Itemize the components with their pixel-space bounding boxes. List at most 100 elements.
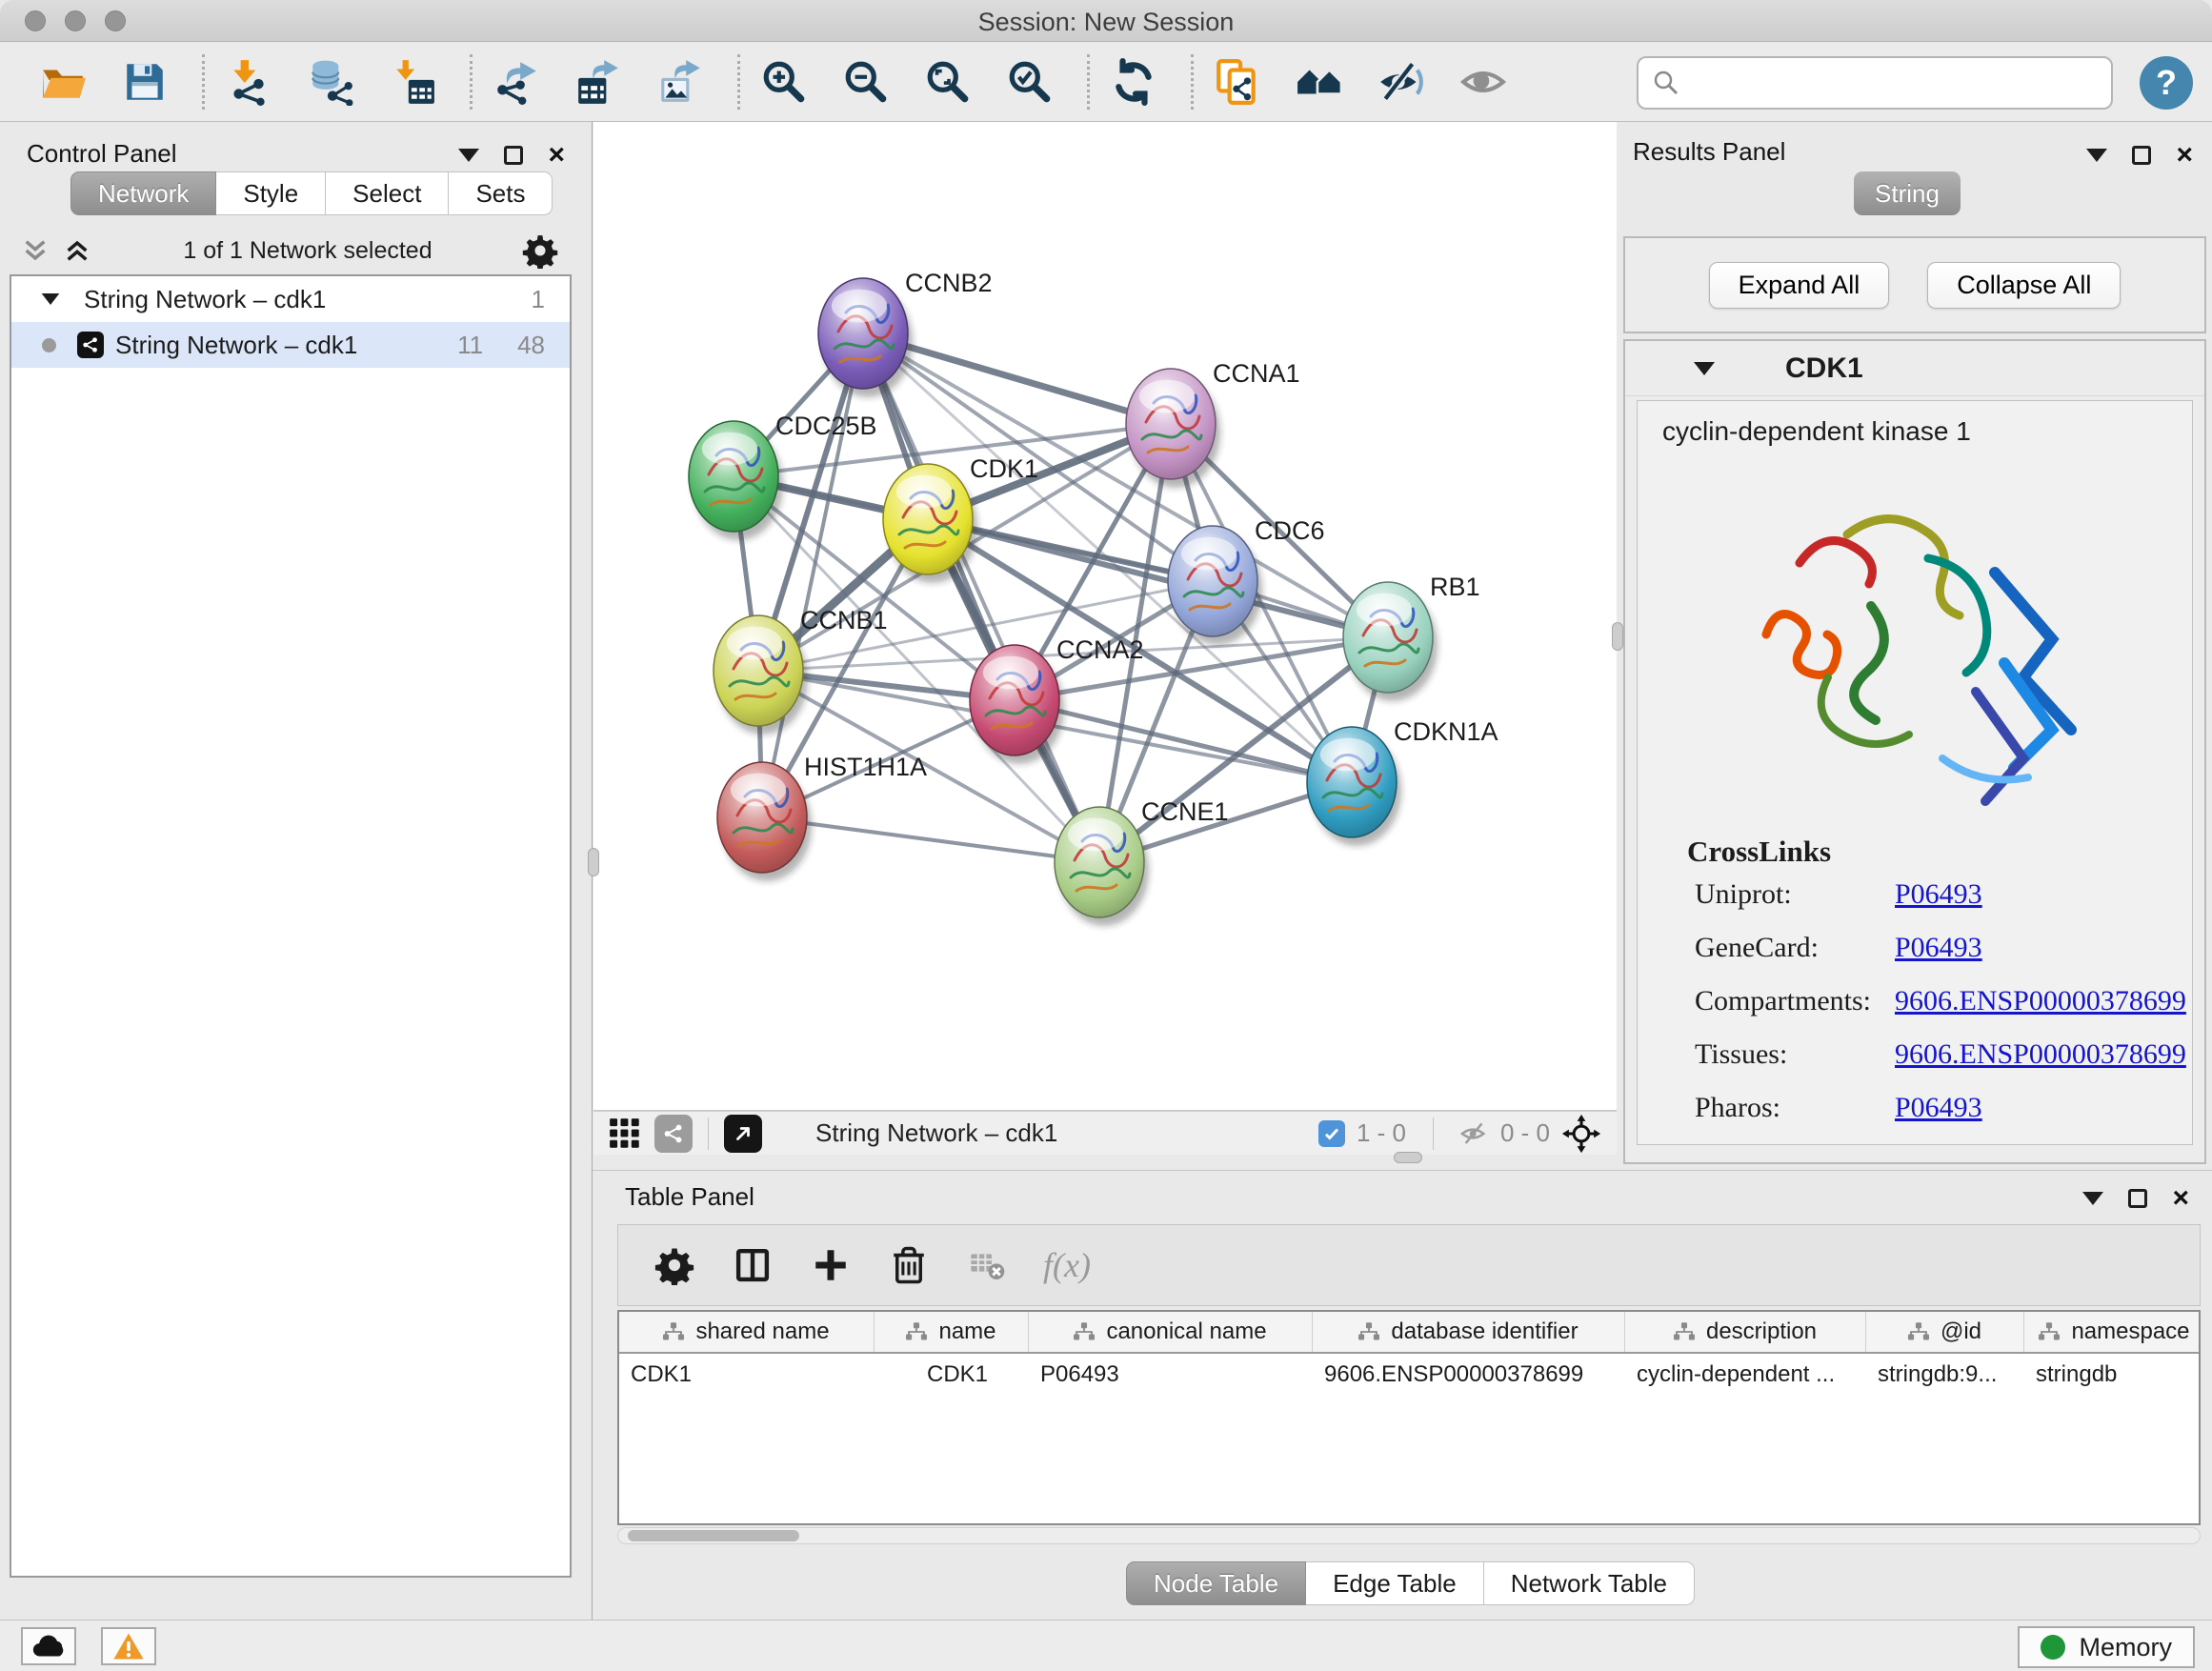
first-neighbors-button[interactable] — [1293, 55, 1346, 109]
export-image-button[interactable] — [654, 55, 707, 109]
panel-float-icon[interactable] — [504, 146, 523, 165]
open-session-button[interactable] — [36, 55, 90, 109]
gene-expander-icon[interactable] — [1694, 362, 1715, 375]
apply-layout-button[interactable] — [1107, 55, 1160, 109]
collapse-all-button[interactable]: Collapse All — [1927, 262, 2121, 309]
column-header-label: shared name — [695, 1319, 829, 1345]
column-header-namespace[interactable]: namespace — [2024, 1312, 2201, 1352]
tab-select[interactable]: Select — [326, 171, 449, 215]
network-edge[interactable] — [762, 333, 863, 817]
tab-edge-table[interactable]: Edge Table — [1306, 1561, 1484, 1605]
network-edge[interactable] — [1015, 700, 1352, 782]
network-edge[interactable] — [762, 817, 1099, 862]
collapse-all-icon[interactable] — [19, 235, 51, 266]
save-session-button[interactable] — [118, 55, 171, 109]
bottom-splitter-grip[interactable] — [1394, 1152, 1422, 1163]
panel-menu-icon[interactable] — [2082, 1192, 2103, 1205]
birds-eye-view-icon[interactable] — [609, 1117, 641, 1150]
network-overview-icon[interactable] — [654, 1115, 693, 1153]
warning-status-button[interactable] — [101, 1627, 156, 1665]
column-header-description[interactable]: description — [1625, 1312, 1866, 1352]
table-cell[interactable]: CDK1 — [875, 1354, 1029, 1396]
network-edge[interactable] — [863, 333, 1099, 862]
warning-icon — [112, 1632, 145, 1661]
table-row[interactable]: CDK1CDK1P064939606.ENSP00000378699cyclin… — [619, 1354, 2199, 1396]
crosslink-link[interactable]: P06493 — [1895, 932, 1982, 964]
create-column-button[interactable] — [809, 1243, 853, 1287]
fit-selection-crosshair-icon[interactable] — [1561, 1114, 1601, 1154]
crosslink-link[interactable]: P06493 — [1895, 878, 1982, 911]
panel-float-icon[interactable] — [2128, 1189, 2147, 1208]
help-button[interactable]: ? — [2140, 56, 2193, 110]
tab-string[interactable]: String — [1854, 171, 1961, 215]
panel-menu-icon[interactable] — [2086, 149, 2107, 162]
panel-close-icon[interactable]: × — [2176, 141, 2193, 170]
network-node-CCNB2[interactable]: CCNB2 — [818, 269, 993, 397]
memory-button[interactable]: Memory — [2018, 1626, 2195, 1668]
export-network-button[interactable] — [490, 55, 543, 109]
expand-all-button[interactable]: Expand All — [1709, 262, 1890, 309]
table-options-button[interactable] — [653, 1243, 696, 1287]
panel-close-icon[interactable]: × — [548, 141, 565, 170]
table-cell[interactable]: CDK1 — [619, 1354, 875, 1396]
zoom-out-button[interactable] — [839, 55, 893, 109]
column-header-canonical-name[interactable]: canonical name — [1029, 1312, 1313, 1352]
network-node-CCNB1[interactable]: CCNB1 — [714, 606, 888, 735]
zoom-in-button[interactable] — [757, 55, 811, 109]
network-collection-row[interactable]: String Network – cdk1 1 — [11, 276, 570, 322]
network-node-CCNE1[interactable]: CCNE1 — [1055, 797, 1229, 926]
export-table-button[interactable] — [572, 55, 625, 109]
import-network-file-button[interactable] — [222, 55, 275, 109]
panel-float-icon[interactable] — [2132, 146, 2151, 165]
tab-network[interactable]: Network — [70, 171, 216, 215]
show-all-button[interactable] — [1457, 55, 1510, 109]
tab-style[interactable]: Style — [216, 171, 326, 215]
search-input[interactable] — [1690, 69, 2098, 98]
column-header-database-identifier[interactable]: database identifier — [1313, 1312, 1625, 1352]
table-cell[interactable]: cyclin-dependent ... — [1625, 1354, 1866, 1396]
table-horizontal-scrollbar[interactable] — [617, 1527, 2201, 1544]
column-header-name[interactable]: name — [875, 1312, 1029, 1352]
tab-network-table[interactable]: Network Table — [1484, 1561, 1695, 1605]
crosslink-link[interactable]: 9606.ENSP00000378699 — [1895, 1038, 2186, 1071]
column-header-shared-name[interactable]: shared name — [619, 1312, 875, 1352]
zoom-selected-button[interactable] — [1003, 55, 1056, 109]
left-splitter-grip[interactable] — [588, 848, 599, 876]
import-table-file-button[interactable] — [386, 55, 439, 109]
node-label: CCNA2 — [1056, 635, 1144, 664]
tab-node-table[interactable]: Node Table — [1126, 1561, 1306, 1605]
tree-expander-icon[interactable] — [42, 293, 60, 305]
network-options-gear-icon[interactable] — [522, 232, 558, 269]
crosslink-link[interactable]: 9606.ENSP00000378699 — [1895, 985, 2186, 1017]
table-cell[interactable]: P06493 — [1029, 1354, 1313, 1396]
table-cell[interactable]: 9606.ENSP00000378699 — [1313, 1354, 1625, 1396]
crosslink-link[interactable]: P06493 — [1895, 1092, 1982, 1124]
scrollbar-thumb[interactable] — [628, 1530, 799, 1541]
network-node-CDC25B[interactable]: CDC25B — [689, 412, 877, 540]
panel-menu-icon[interactable] — [458, 149, 479, 162]
tab-sets[interactable]: Sets — [449, 171, 553, 215]
network-node-CDKN1A[interactable]: CDKN1A — [1307, 717, 1498, 846]
network-row[interactable]: String Network – cdk1 11 48 — [11, 322, 570, 368]
network-node-RB1[interactable]: RB1 — [1343, 573, 1480, 701]
clone-network-button[interactable] — [1211, 55, 1264, 109]
zoom-fit-button[interactable] — [921, 55, 975, 109]
network-view-canvas[interactable]: CCNB2CCNA1CDC25BCDK1CDC6RB1CCNB1CCNA2CDK… — [593, 122, 1617, 1111]
right-splitter-grip[interactable] — [1612, 622, 1623, 651]
expand-all-icon[interactable] — [61, 235, 93, 266]
panel-close-icon[interactable]: × — [2172, 1184, 2189, 1213]
cloud-status-button[interactable] — [21, 1627, 76, 1665]
network-node-CDC6[interactable]: CDC6 — [1168, 516, 1325, 645]
column-header--id[interactable]: @id — [1866, 1312, 2024, 1352]
hide-selected-button[interactable] — [1375, 55, 1428, 109]
network-graph[interactable]: CCNB2CCNA1CDC25BCDK1CDC6RB1CCNB1CCNA2CDK… — [593, 122, 1617, 1111]
table-cell[interactable]: stringdb — [2024, 1354, 2201, 1396]
open-in-window-icon[interactable] — [724, 1115, 762, 1153]
delete-column-button[interactable] — [887, 1243, 931, 1287]
network-node-HIST1H1A[interactable]: HIST1H1A — [717, 753, 927, 881]
table-cell[interactable]: stringdb:9... — [1866, 1354, 2024, 1396]
import-network-database-button[interactable] — [304, 55, 357, 109]
show-columns-button[interactable] — [731, 1243, 774, 1287]
selected-count-checkbox[interactable] — [1318, 1120, 1345, 1147]
gene-header-row[interactable]: CDK1 — [1625, 341, 2204, 396]
